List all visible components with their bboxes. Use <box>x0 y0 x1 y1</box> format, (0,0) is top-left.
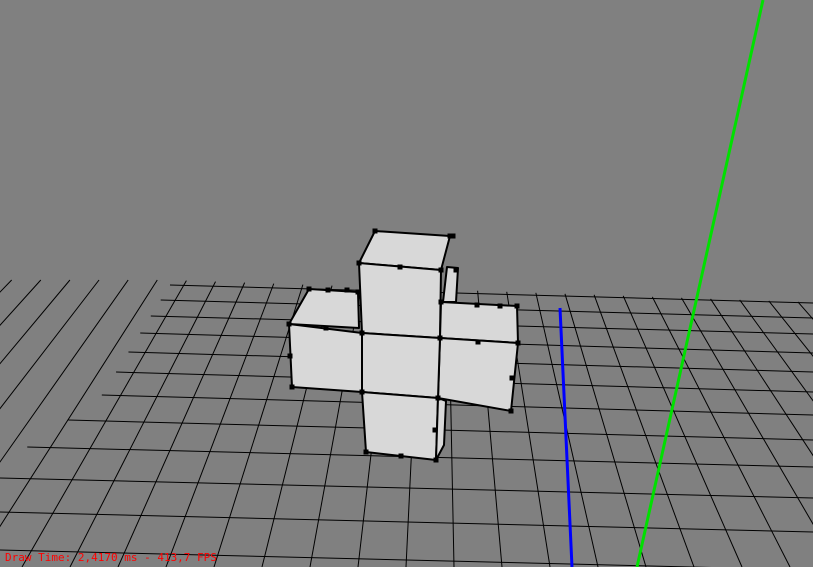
grid-line-depth <box>0 279 71 365</box>
vertex-handle[interactable] <box>359 389 365 395</box>
grid-line-horizontal <box>0 477 813 499</box>
grid-line-depth <box>0 279 158 528</box>
grid-line-depth <box>651 296 791 567</box>
grid-line-depth <box>0 279 129 463</box>
vertex-handle[interactable] <box>432 427 438 433</box>
vertex-handle[interactable] <box>433 457 439 463</box>
vertex-handle[interactable] <box>497 303 503 309</box>
vertex-handle[interactable] <box>287 353 293 359</box>
grid-line-horizontal <box>0 511 813 533</box>
3d-viewport[interactable]: Draw Time: 2,4170 ms - 413,7 FPS <box>0 0 813 567</box>
vertex-handle[interactable] <box>289 384 295 390</box>
vertex-handle[interactable] <box>372 228 378 234</box>
grid-line-depth <box>622 295 743 567</box>
vertex-handle[interactable] <box>438 299 444 305</box>
grid-line-depth <box>0 279 100 410</box>
vertex-handle[interactable] <box>515 340 521 346</box>
vertex-handle[interactable] <box>453 267 459 273</box>
grid-line-horizontal <box>169 284 813 304</box>
vertex-handle[interactable] <box>306 286 312 292</box>
vertex-handle[interactable] <box>437 335 443 341</box>
grid-line-depth <box>681 297 813 526</box>
viewport-canvas[interactable] <box>0 0 813 567</box>
grid-line-depth <box>797 301 813 320</box>
grid-line-depth <box>117 282 246 567</box>
vertex-handle[interactable] <box>435 395 441 401</box>
vertex-handle[interactable] <box>286 321 292 327</box>
vertex-handle[interactable] <box>397 264 403 270</box>
grid-line-depth <box>21 280 187 567</box>
vertex-handle[interactable] <box>363 449 369 455</box>
vertex-handle[interactable] <box>474 302 480 308</box>
grid-line-depth <box>0 279 42 326</box>
vertex-handle[interactable] <box>508 408 514 414</box>
vertex-handle[interactable] <box>450 233 456 239</box>
mesh-face-bottom-front[interactable] <box>361 391 439 461</box>
y-axis-line <box>635 0 765 567</box>
grid-line-depth <box>768 300 813 357</box>
grid-line-depth <box>710 298 813 457</box>
vertex-handle[interactable] <box>355 289 361 295</box>
grid-line-depth <box>593 294 695 567</box>
mesh-face-center-front[interactable] <box>361 332 441 399</box>
grid-line-depth <box>739 299 813 402</box>
vertex-handle[interactable] <box>475 339 481 345</box>
mesh-face-top-front[interactable] <box>358 262 442 339</box>
draw-time-overlay: Draw Time: 2,4170 ms - 413,7 FPS <box>5 551 217 564</box>
vertex-handle[interactable] <box>514 303 520 309</box>
vertex-handle[interactable] <box>344 287 350 293</box>
vertex-handle[interactable] <box>325 287 331 293</box>
mesh-face-right-front[interactable] <box>437 337 519 412</box>
mesh-face-right-top[interactable] <box>439 301 519 344</box>
vertex-handle[interactable] <box>509 375 515 381</box>
grid-line-depth <box>69 281 216 567</box>
vertex-handle[interactable] <box>398 453 404 459</box>
mesh-face-left-front[interactable] <box>288 323 363 393</box>
vertex-handle[interactable] <box>356 260 362 266</box>
z-axis-line <box>558 307 574 567</box>
vertex-handle[interactable] <box>323 325 329 331</box>
vertex-handle[interactable] <box>438 267 444 273</box>
vertex-handle[interactable] <box>359 330 365 336</box>
cross-mesh[interactable] <box>288 230 519 461</box>
